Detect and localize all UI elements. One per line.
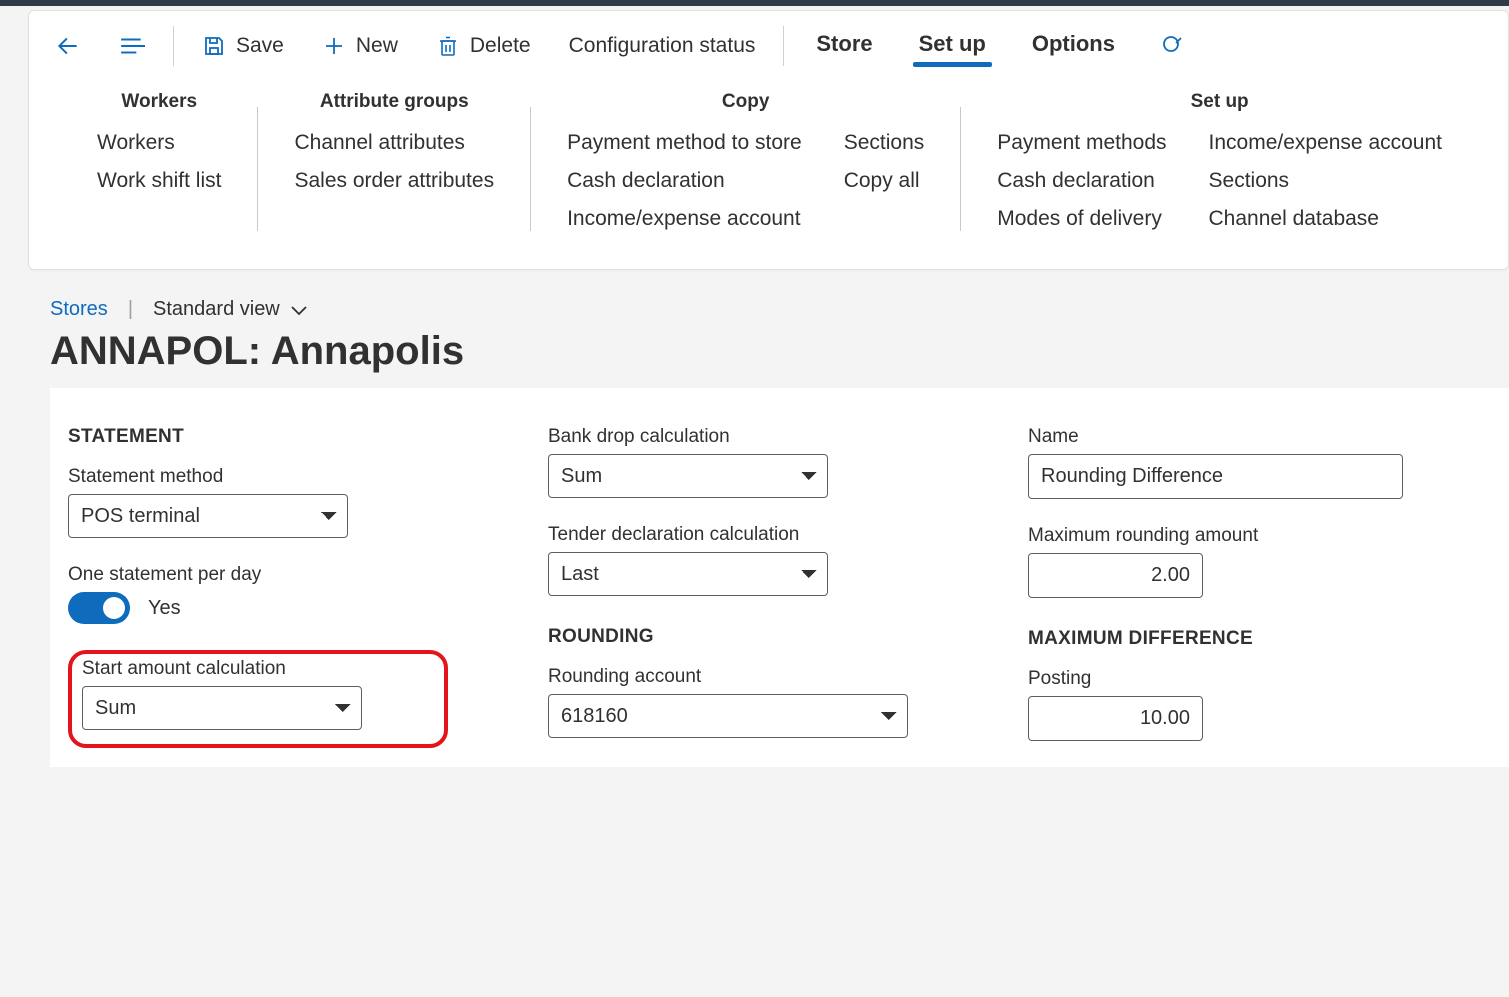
rounding-heading: ROUNDING [548,626,928,648]
rounding-acct-label: Rounding account [548,666,928,688]
one-per-day-value: Yes [148,597,181,620]
field-bank-drop: Bank drop calculation Sum [548,426,928,498]
ribbon-link-channel-database[interactable]: Channel database [1209,207,1442,231]
ribbon-group-copy: Copy Payment method to store Cash declar… [539,91,952,231]
ribbon-group-workers: Workers Workers Work shift list [69,91,249,231]
statement-method-select[interactable]: POS terminal [68,494,348,538]
config-status-button[interactable]: Configuration status [553,24,772,68]
page-header: Stores | Standard view ANNAPOL: Annapoli… [0,270,1509,386]
tender-decl-select[interactable]: Last [548,552,828,596]
lines-button[interactable] [103,25,161,67]
highlight-start-amount: Start amount calculation Sum [68,650,448,748]
tab-setup[interactable]: Set up [899,19,1006,73]
ribbon-group-title: Copy [567,91,924,113]
new-label: New [356,34,398,58]
name-input [1028,454,1403,499]
ribbon-group-title: Set up [997,91,1442,113]
max-round-input[interactable] [1028,553,1203,598]
form-column-right: Name Maximum rounding amount MAXIMUM DIF… [1028,426,1408,767]
field-posting: Posting [1028,668,1408,741]
field-name: Name [1028,426,1408,499]
delete-label: Delete [470,34,531,58]
chevron-down-icon [290,304,308,316]
ribbon-link-modes-of-delivery[interactable]: Modes of delivery [997,207,1166,231]
ribbon-link-workers[interactable]: Workers [97,131,221,155]
view-picker[interactable]: Standard view [153,298,308,321]
ribbon-link-sales-order-attributes[interactable]: Sales order attributes [294,169,494,193]
ribbon-link-payment-methods[interactable]: Payment methods [997,131,1166,155]
bank-drop-label: Bank drop calculation [548,426,928,448]
ribbon-link-copy-all[interactable]: Copy all [844,169,925,193]
posting-label: Posting [1028,668,1408,690]
ribbon-link-payment-method-to-store[interactable]: Payment method to store [567,131,802,155]
ribbon-link-income-expense-copy[interactable]: Income/expense account [567,207,802,231]
back-arrow-icon [55,33,81,59]
top-bar [0,0,1509,6]
ribbon-group-setup: Set up Payment methods Cash declaration … [969,91,1470,231]
statement-method-label: Statement method [68,466,448,488]
trash-icon [436,34,460,58]
back-button[interactable] [39,23,97,69]
plus-icon [322,34,346,58]
ribbon-link-income-expense-account[interactable]: Income/expense account [1209,131,1442,155]
field-rounding-account: Rounding account 618160 [548,666,928,738]
ribbon-link-sections[interactable]: Sections [1209,169,1442,193]
view-label: Standard view [153,298,280,321]
tender-decl-label: Tender declaration calculation [548,524,928,546]
ribbon-link-work-shift-list[interactable]: Work shift list [97,169,221,193]
action-pane: Save New Delete [28,10,1509,270]
breadcrumb: Stores | Standard view [50,298,1509,321]
one-per-day-label: One statement per day [68,564,448,586]
max-diff-heading: MAXIMUM DIFFERENCE [1028,628,1408,650]
field-max-rounding: Maximum rounding amount [1028,525,1408,598]
command-bar: Save New Delete [29,11,1508,73]
divider [173,26,174,66]
ribbon-group-attribute-groups: Attribute groups Channel attributes Sale… [266,91,522,231]
ribbon-link-cash-declaration-copy[interactable]: Cash declaration [567,169,802,193]
ribbon-link-cash-declaration[interactable]: Cash declaration [997,169,1166,193]
ribbon-link-channel-attributes[interactable]: Channel attributes [294,131,494,155]
save-icon [202,34,226,58]
breadcrumb-stores[interactable]: Stores [50,298,108,321]
start-amount-label: Start amount calculation [82,658,430,680]
max-round-label: Maximum rounding amount [1028,525,1408,547]
bank-drop-select[interactable]: Sum [548,454,828,498]
ribbon-separator [960,107,961,231]
rounding-acct-select[interactable]: 618160 [548,694,908,738]
field-one-per-day: One statement per day Yes [68,564,448,624]
ribbon-separator [530,107,531,231]
search-icon [1161,34,1185,58]
config-status-label: Configuration status [569,34,756,58]
tab-options[interactable]: Options [1012,19,1135,73]
divider [783,26,784,66]
ribbon-separator [257,107,258,231]
statement-heading: STATEMENT [68,426,448,448]
ribbon-link-sections-copy[interactable]: Sections [844,131,925,155]
one-per-day-toggle[interactable] [68,592,130,624]
new-button[interactable]: New [306,24,414,68]
tab-label: Options [1032,31,1115,56]
ribbon: Workers Workers Work shift list Attribut… [29,73,1508,269]
name-label: Name [1028,426,1408,448]
save-label: Save [236,34,284,58]
field-tender-declaration: Tender declaration calculation Last [548,524,928,596]
ribbon-group-title: Workers [97,91,221,113]
search-button[interactable] [1141,24,1205,68]
breadcrumb-separator: | [128,298,133,321]
posting-input[interactable] [1028,696,1203,741]
tab-label: Set up [919,31,986,56]
lines-icon [119,35,145,57]
tab-label: Store [816,31,872,56]
field-statement-method: Statement method POS terminal [68,466,448,538]
page-title: ANNAPOL: Annapolis [50,329,1509,374]
form-column-middle: Bank drop calculation Sum Tender declara… [548,426,928,767]
ribbon-group-title: Attribute groups [294,91,494,113]
delete-button[interactable]: Delete [420,24,547,68]
save-button[interactable]: Save [186,24,300,68]
field-start-amount: Start amount calculation Sum [82,658,430,730]
start-amount-select[interactable]: Sum [82,686,362,730]
form-panel: STATEMENT Statement method POS terminal … [50,388,1509,767]
tab-store[interactable]: Store [796,19,892,73]
form-column-statement: STATEMENT Statement method POS terminal … [68,426,448,767]
